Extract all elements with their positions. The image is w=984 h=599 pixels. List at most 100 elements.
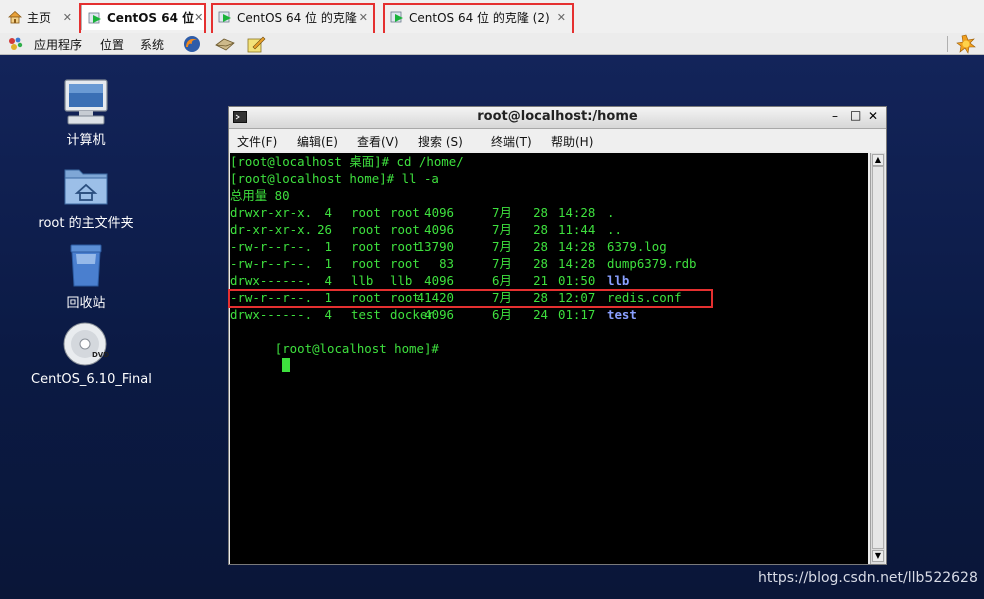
- terminal-line: [root@localhost 桌面]# cd /home/: [230, 154, 464, 169]
- terminal-title: root@localhost:/home: [477, 109, 638, 124]
- ls-day: 28: [533, 222, 548, 237]
- menu-help[interactable]: 帮助(H): [551, 133, 593, 150]
- desktop-icon-label: CentOS_6.10_Final: [31, 372, 152, 387]
- menu-places[interactable]: 位置: [100, 36, 124, 53]
- desktop-icon-label: root 的主文件夹: [38, 216, 134, 231]
- menu-terminal[interactable]: 终端(T): [491, 133, 532, 150]
- ls-month: 6月: [492, 307, 512, 322]
- ls-name: 6379.log: [607, 239, 667, 254]
- ls-time: 11:44: [558, 222, 596, 237]
- scroll-up-icon[interactable]: ▲: [872, 154, 884, 166]
- ls-size: 41420: [416, 290, 454, 305]
- ls-group: root: [390, 239, 420, 254]
- desktop-icon-dvd[interactable]: DVD CentOS_6.10_Final: [31, 320, 152, 387]
- update-notifier-icon[interactable]: [956, 34, 976, 54]
- mail-icon[interactable]: [214, 35, 236, 53]
- terminal-scrollbar[interactable]: ▲ ▼: [870, 153, 885, 564]
- home-folder-icon: [64, 169, 108, 205]
- menu-file[interactable]: 文件(F): [237, 133, 277, 150]
- ls-owner: llb: [351, 273, 374, 288]
- ls-group: root: [390, 256, 420, 271]
- ls-size: 13790: [416, 239, 454, 254]
- tab-label: CentOS 64 位 的克隆: [237, 10, 357, 25]
- ls-group: root: [390, 290, 420, 305]
- firefox-icon[interactable]: [183, 35, 201, 53]
- terminal-screen[interactable]: [root@localhost 桌面]# cd /home/ [root@loc…: [230, 153, 868, 564]
- vm-running-icon: [218, 11, 231, 23]
- ls-perm: drwx------.: [230, 307, 313, 322]
- ls-perm: -rw-r--r--.: [230, 239, 313, 254]
- ls-month: 7月: [492, 290, 512, 305]
- ls-perm: dr-xr-xr-x.: [230, 222, 313, 237]
- ls-owner: root: [351, 222, 381, 237]
- tab-label: CentOS 64 位 的克隆 (2): [409, 10, 550, 25]
- ls-links: 1: [324, 290, 332, 305]
- ls-month: 7月: [492, 256, 512, 271]
- ls-size: 4096: [424, 307, 454, 322]
- tab-home[interactable]: 主页 ✕: [2, 4, 78, 30]
- terminal-window[interactable]: root@localhost:/home – □ ✕ 文件(F) 编辑(E) 查…: [228, 106, 887, 565]
- tab-label: CentOS 64 位: [107, 11, 195, 25]
- ls-owner: test: [351, 307, 381, 322]
- ls-perm: drwxr-xr-x.: [230, 205, 313, 220]
- ls-day: 28: [533, 205, 548, 220]
- text-editor-icon[interactable]: [246, 35, 266, 53]
- close-icon[interactable]: ✕: [868, 109, 878, 123]
- ls-owner: root: [351, 290, 381, 305]
- terminal-title-bar[interactable]: root@localhost:/home – □ ✕: [229, 107, 886, 129]
- ls-time: 01:17: [558, 307, 596, 322]
- ls-name: test: [607, 307, 637, 322]
- desktop-icon-computer[interactable]: 计算机: [31, 77, 141, 148]
- tab-centos-64-clone-2[interactable]: CentOS 64 位 的克隆 (2) ✕: [384, 4, 572, 30]
- ls-owner: root: [351, 205, 381, 220]
- menu-edit[interactable]: 编辑(E): [297, 133, 338, 150]
- tab-centos-64[interactable]: CentOS 64 位 ✕: [81, 4, 205, 30]
- ls-size: 4096: [424, 222, 454, 237]
- ls-links: 1: [324, 239, 332, 254]
- ls-time: 12:07: [558, 290, 596, 305]
- ls-time: 14:28: [558, 205, 596, 220]
- ls-entry-row: -rw-r--r--. 1 root root 83 7月 28 14:28 dump6379.…: [230, 255, 860, 272]
- menu-system[interactable]: 系统: [140, 36, 164, 53]
- ls-entry-row: -rw-r--r--. 1 root root 41420 7月 28 12:07 redis.…: [230, 289, 860, 306]
- close-icon[interactable]: ✕: [359, 11, 368, 24]
- ls-entry-row: -rw-r--r--. 1 root root 13790 7月 28 14:28 6379.l…: [230, 238, 860, 255]
- scroll-down-icon[interactable]: ▼: [872, 550, 884, 562]
- ls-owner: root: [351, 256, 381, 271]
- terminal-cursor: [281, 358, 290, 372]
- ls-perm: -rw-r--r--.: [230, 290, 313, 305]
- ls-size: 83: [439, 256, 454, 271]
- svg-text:DVD: DVD: [92, 351, 109, 359]
- menu-view[interactable]: 查看(V): [357, 133, 399, 150]
- menu-search[interactable]: 搜索 (S): [418, 133, 463, 150]
- minimize-icon[interactable]: –: [832, 109, 838, 123]
- scroll-thumb[interactable]: [872, 166, 884, 549]
- trash-icon: [70, 244, 102, 287]
- terminal-prompt: [root@localhost home]#: [274, 341, 439, 356]
- ls-time: 14:28: [558, 239, 596, 254]
- desktop-icon-home-folder[interactable]: root 的主文件夹: [31, 160, 141, 231]
- ls-day: 28: [533, 290, 548, 305]
- ls-size: 4096: [424, 205, 454, 220]
- desktop-icon-label: 计算机: [66, 133, 106, 148]
- terminal-line: [root@localhost home]# ll -a: [230, 171, 439, 186]
- ls-time: 14:28: [558, 256, 596, 271]
- menu-applications[interactable]: 应用程序: [34, 36, 82, 53]
- tab-centos-64-clone[interactable]: CentOS 64 位 的克隆 ✕: [212, 4, 374, 30]
- close-icon[interactable]: ✕: [63, 11, 72, 24]
- ls-group: llb: [390, 273, 413, 288]
- desktop-icon-trash[interactable]: 回收站: [31, 240, 141, 311]
- ls-perm: -rw-r--r--.: [230, 256, 313, 271]
- maximize-icon[interactable]: □: [850, 108, 861, 122]
- ls-entry-row: drwx------. 4 llb llb 4096 6月 21 01:50 llb: [230, 272, 860, 289]
- ls-links: 4: [324, 273, 332, 288]
- ls-month: 7月: [492, 222, 512, 237]
- ls-owner: root: [351, 239, 381, 254]
- ls-name: redis.conf: [607, 290, 682, 305]
- ls-entry-row: drwxr-xr-x. 4 root root 4096 7月 28 14:28.: [230, 204, 860, 221]
- close-icon[interactable]: ✕: [194, 11, 203, 24]
- terminal-menubar: 文件(F) 编辑(E) 查看(V) 搜索 (S) 终端(T) 帮助(H): [229, 129, 886, 151]
- desktop-icon-label: 回收站: [66, 296, 106, 311]
- watermark: https://blog.csdn.net/llb522628: [758, 570, 978, 586]
- close-icon[interactable]: ✕: [557, 11, 566, 24]
